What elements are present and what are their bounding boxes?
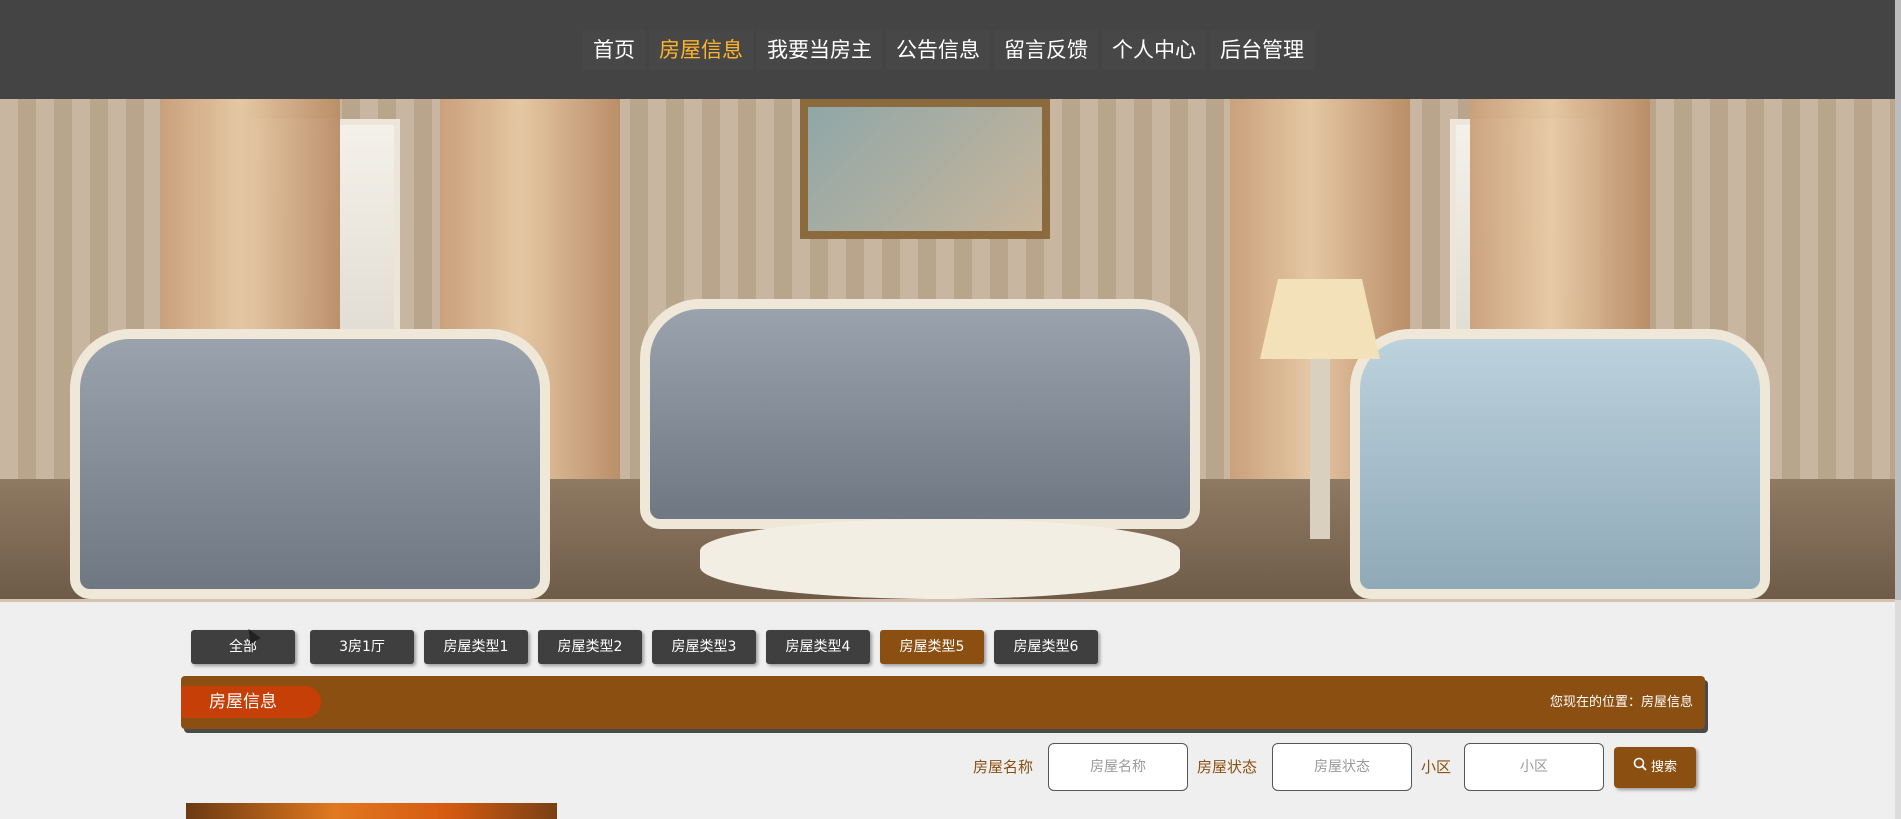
banner-sofa-right xyxy=(1350,329,1770,599)
top-navbar: 首页 房屋信息 我要当房主 公告信息 留言反馈 个人中心 后台管理 xyxy=(0,0,1901,99)
house-status-input[interactable] xyxy=(1272,743,1412,791)
category-all-button[interactable]: 全部 xyxy=(191,630,295,664)
banner-divider xyxy=(0,599,1895,602)
house-name-input[interactable] xyxy=(1048,743,1188,791)
search-icon xyxy=(1633,747,1647,788)
nav-item-become-landlord[interactable]: 我要当房主 xyxy=(757,29,882,70)
community-label: 小区 xyxy=(1421,758,1452,776)
breadcrumb: 您现在的位置：房屋信息 xyxy=(1549,695,1693,710)
section-header-bar: 房屋信息 您现在的位置：房屋信息 xyxy=(181,676,1705,729)
house-status-label: 房屋状态 xyxy=(1197,758,1258,776)
category-3room-button[interactable]: 3房1厅 xyxy=(310,630,414,664)
banner-sofa-left xyxy=(70,329,550,599)
nav-item-house-info[interactable]: 房屋信息 xyxy=(649,29,753,70)
hero-banner-image xyxy=(0,99,1895,599)
nav-item-announcements[interactable]: 公告信息 xyxy=(886,29,990,70)
community-input[interactable] xyxy=(1464,743,1604,791)
banner-sofa-center xyxy=(640,299,1200,529)
house-name-label: 房屋名称 xyxy=(973,758,1034,776)
search-button[interactable]: 搜索 xyxy=(1614,747,1696,788)
category-type5-button[interactable]: 房屋类型5 xyxy=(880,630,984,664)
category-type2-button[interactable]: 房屋类型2 xyxy=(538,630,642,664)
nav-item-home[interactable]: 首页 xyxy=(583,29,645,70)
category-type4-button[interactable]: 房屋类型4 xyxy=(766,630,870,664)
banner-lamp xyxy=(1260,279,1380,359)
banner-coffee-table xyxy=(700,519,1180,599)
category-type6-button[interactable]: 房屋类型6 xyxy=(994,630,1098,664)
scrollbar-thumb[interactable] xyxy=(1895,0,1901,600)
nav-item-personal-center[interactable]: 个人中心 xyxy=(1102,29,1206,70)
listing-thumbnail[interactable] xyxy=(186,803,557,819)
nav-item-feedback[interactable]: 留言反馈 xyxy=(994,29,1098,70)
banner-lamp-stand xyxy=(1310,359,1330,539)
section-title: 房屋信息 xyxy=(181,686,321,718)
category-type3-button[interactable]: 房屋类型3 xyxy=(652,630,756,664)
nav-item-admin[interactable]: 后台管理 xyxy=(1210,29,1314,70)
category-type1-button[interactable]: 房屋类型1 xyxy=(424,630,528,664)
page-scrollbar[interactable] xyxy=(1895,0,1901,819)
banner-painting xyxy=(800,99,1050,239)
search-button-label: 搜索 xyxy=(1650,760,1677,775)
main-nav: 首页 房屋信息 我要当房主 公告信息 留言反馈 个人中心 后台管理 xyxy=(0,0,1901,99)
